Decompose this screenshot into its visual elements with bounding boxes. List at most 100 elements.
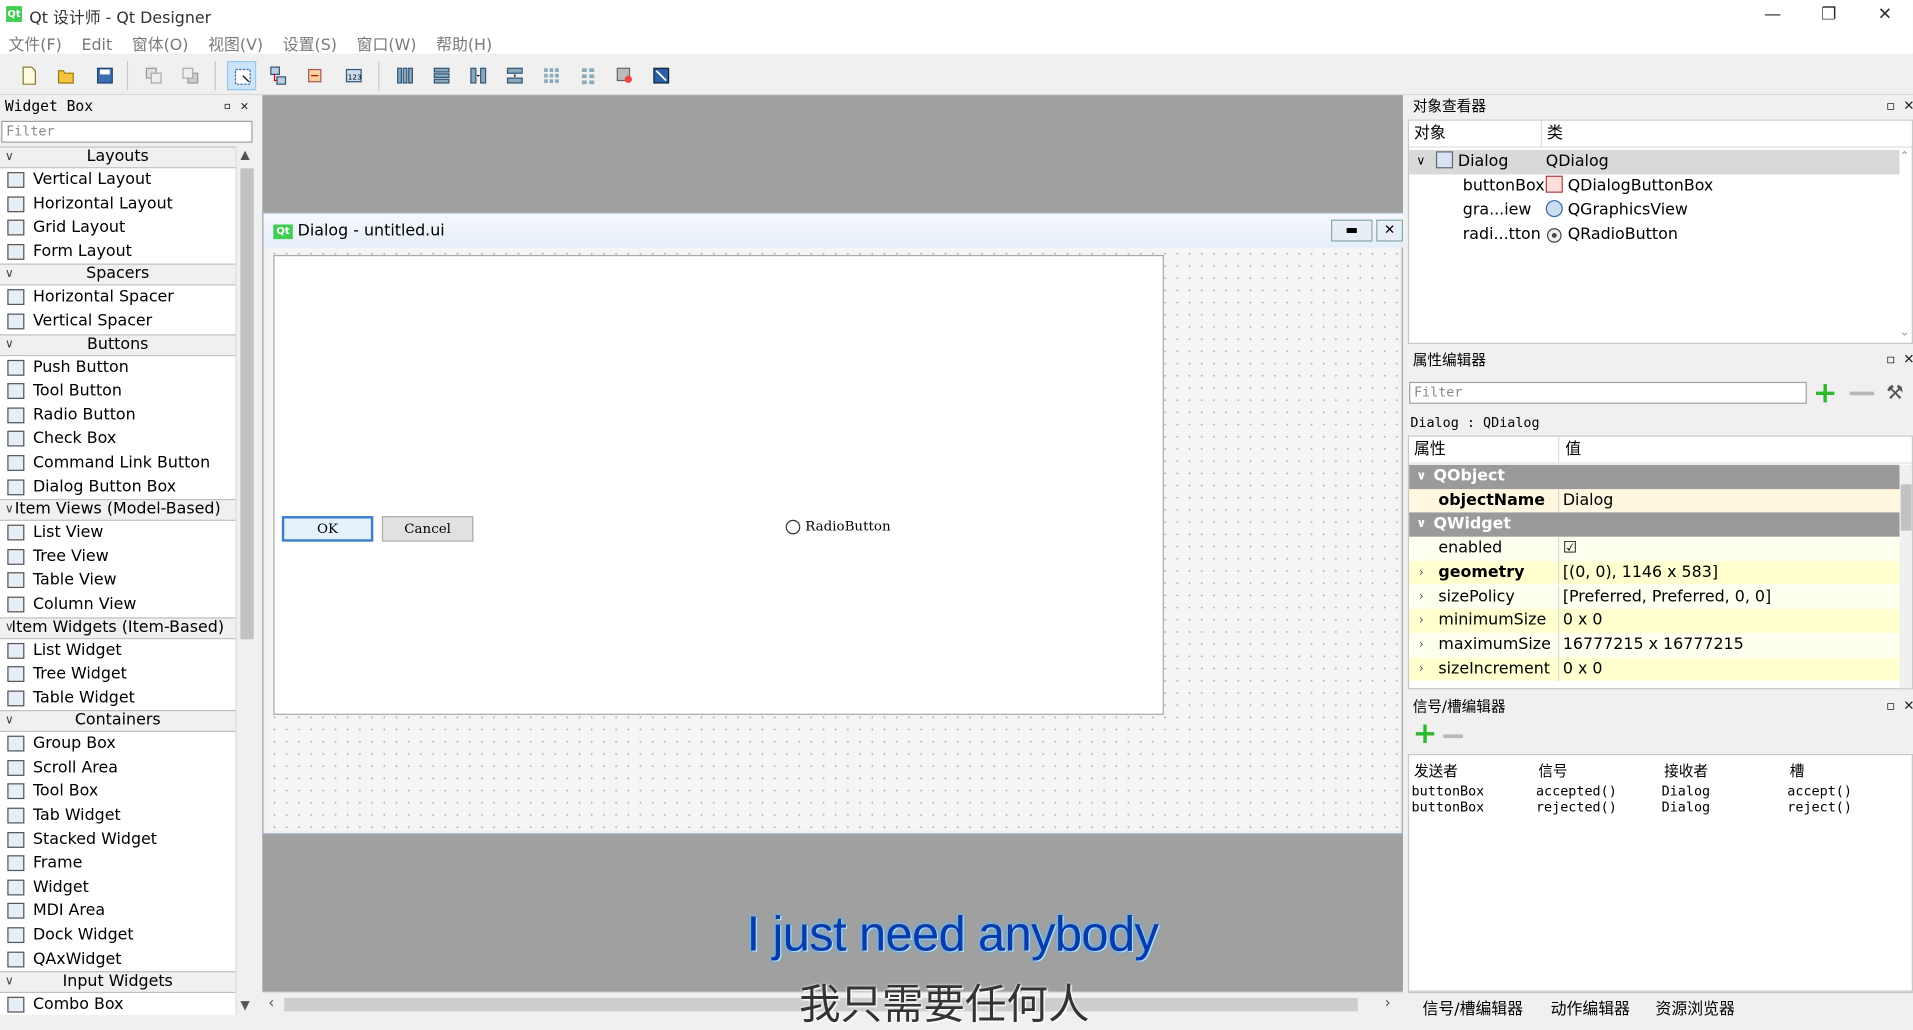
- widget-item[interactable]: Table Widget: [0, 686, 236, 711]
- widget-item[interactable]: Dialog Button Box: [0, 475, 236, 500]
- table-cell[interactable]: Dialog: [1662, 800, 1710, 815]
- new-file-button[interactable]: [15, 61, 44, 90]
- widget-category[interactable]: ∨ Spacers: [0, 263, 236, 286]
- scroll-right-icon[interactable]: ›: [1385, 994, 1391, 1011]
- scroll-left-icon[interactable]: ‹: [268, 994, 274, 1011]
- close-dock-icon[interactable]: ✕: [1903, 695, 1913, 717]
- chevron-right-icon[interactable]: ›: [1419, 609, 1424, 633]
- widget-item[interactable]: List View: [0, 521, 236, 545]
- widget-filter-input[interactable]: Filter: [1, 120, 253, 143]
- layout-horizontal-button[interactable]: [390, 61, 419, 90]
- layout-h-splitter-button[interactable]: [464, 61, 493, 90]
- col-slot[interactable]: 槽: [1790, 760, 1805, 781]
- widget-item[interactable]: Tree View: [0, 544, 236, 569]
- col-value[interactable]: 值: [1565, 437, 1581, 464]
- add-property-icon[interactable]: +: [1813, 378, 1840, 408]
- col-property[interactable]: 属性: [1414, 437, 1446, 464]
- edit-signals-button[interactable]: [264, 61, 293, 90]
- widget-item[interactable]: Vertical Spacer: [0, 309, 236, 334]
- close-button[interactable]: ✕: [1857, 0, 1913, 29]
- widget-item[interactable]: QAxWidget: [0, 947, 236, 972]
- widget-item[interactable]: Widget: [0, 875, 236, 900]
- menu-file[interactable]: 文件(F): [0, 29, 69, 55]
- table-cell[interactable]: reject(): [1787, 800, 1852, 815]
- widget-item[interactable]: Tree Widget: [0, 662, 236, 687]
- break-layout-button[interactable]: [610, 61, 639, 90]
- widget-category[interactable]: ∨ Input Widgets: [0, 971, 236, 994]
- chevron-right-icon[interactable]: ›: [1419, 657, 1424, 681]
- edit-widgets-button[interactable]: [226, 61, 257, 91]
- property-value[interactable]: Dialog: [1563, 489, 1614, 513]
- widget-item[interactable]: Horizontal Layout: [0, 192, 236, 217]
- table-cell[interactable]: rejected(): [1536, 800, 1617, 815]
- property-group-row[interactable]: ∨ QObject: [1409, 464, 1900, 489]
- layout-vertical-button[interactable]: [427, 61, 456, 90]
- property-row[interactable]: › minimumSize 0 x 0: [1409, 609, 1900, 634]
- chevron-down-icon[interactable]: ∨: [1416, 513, 1426, 537]
- col-signal[interactable]: 信号: [1538, 760, 1567, 781]
- menu-form[interactable]: 窗体(O): [125, 29, 196, 55]
- cancel-button[interactable]: Cancel: [381, 516, 474, 542]
- widget-list-scrollbar[interactable]: ▲ ▼: [235, 146, 257, 1016]
- dialog-minimize-button[interactable]: ▬: [1331, 219, 1373, 242]
- open-file-button[interactable]: [51, 61, 80, 90]
- widget-item[interactable]: Combo Box: [0, 993, 236, 1016]
- configure-wrench-icon[interactable]: ⚒: [1886, 381, 1903, 404]
- widget-item[interactable]: Tool Box: [0, 780, 236, 805]
- widget-item[interactable]: Command Link Button: [0, 451, 236, 476]
- close-dock-icon[interactable]: ✕: [240, 95, 248, 117]
- add-connection-icon[interactable]: +: [1413, 719, 1438, 748]
- widget-category[interactable]: ∨ Layouts: [0, 146, 236, 169]
- table-cell[interactable]: accepted(): [1536, 784, 1617, 799]
- col-object[interactable]: 对象: [1414, 121, 1446, 148]
- property-group-row[interactable]: ∨ QWidget: [1409, 512, 1900, 537]
- widget-category[interactable]: ∨ Containers: [0, 710, 236, 733]
- widget-item[interactable]: Table View: [0, 568, 236, 593]
- graphics-view[interactable]: [273, 254, 1164, 715]
- property-row[interactable]: › maximumSize 16777215 x 16777215: [1409, 633, 1900, 658]
- scroll-up-icon[interactable]: ▲: [240, 149, 249, 162]
- table-cell[interactable]: accept(): [1787, 784, 1852, 799]
- tab-resource-browser[interactable]: 资源浏览器: [1656, 996, 1735, 1018]
- lower-button[interactable]: [139, 61, 168, 90]
- table-cell[interactable]: buttonBox: [1412, 784, 1485, 799]
- scrollbar-thumb[interactable]: [240, 168, 254, 640]
- layout-v-splitter-button[interactable]: [500, 61, 529, 90]
- widget-item[interactable]: Tool Button: [0, 379, 236, 404]
- widget-item[interactable]: MDI Area: [0, 899, 236, 924]
- menu-settings[interactable]: 设置(S): [275, 29, 344, 55]
- layout-form-button[interactable]: [573, 61, 602, 90]
- tree-row-radiobutton[interactable]: radi...tton QRadioButton: [1409, 223, 1899, 247]
- widget-item[interactable]: Grid Layout: [0, 216, 236, 241]
- chevron-down-icon[interactable]: ∨: [1416, 150, 1425, 174]
- close-dock-icon[interactable]: ✕: [1903, 349, 1913, 371]
- float-dock-icon[interactable]: ▫: [223, 95, 231, 117]
- form-canvas[interactable]: OK Cancel RadioButton: [268, 247, 1400, 831]
- scroll-down-icon[interactable]: ⌄: [1900, 326, 1910, 339]
- col-sender[interactable]: 发送者: [1414, 760, 1458, 781]
- widget-item[interactable]: Stacked Widget: [0, 827, 236, 852]
- property-value[interactable]: [(0, 0), 1146 x 583]: [1563, 561, 1718, 585]
- property-value[interactable]: 0 x 0: [1563, 657, 1603, 681]
- dialog-close-button[interactable]: ✕: [1376, 219, 1403, 242]
- scroll-up-icon[interactable]: ⌃: [1900, 150, 1910, 163]
- property-filter-input[interactable]: Filter: [1409, 381, 1807, 404]
- widget-item[interactable]: Tab Widget: [0, 804, 236, 828]
- dialog-title-bar[interactable]: Qt Dialog - untitled.ui ▬ ✕: [263, 213, 1405, 248]
- scrollbar-thumb[interactable]: [1900, 484, 1912, 531]
- edit-buddies-button[interactable]: [300, 61, 329, 90]
- widget-item[interactable]: Check Box: [0, 427, 236, 452]
- adjust-size-button[interactable]: [647, 61, 676, 90]
- widget-item[interactable]: Column View: [0, 592, 236, 617]
- widget-item[interactable]: Push Button: [0, 355, 236, 380]
- layout-grid-button[interactable]: [537, 61, 566, 90]
- tree-row-graphicsview[interactable]: gra...iew QGraphicsView: [1409, 199, 1899, 223]
- menu-window[interactable]: 窗口(W): [349, 29, 423, 55]
- property-value[interactable]: ☑: [1563, 537, 1577, 561]
- widget-item[interactable]: Dock Widget: [0, 923, 236, 948]
- property-row[interactable]: enabled ☑: [1409, 536, 1900, 561]
- property-row[interactable]: objectName Dialog: [1409, 488, 1900, 513]
- property-value[interactable]: 16777215 x 16777215: [1563, 633, 1744, 657]
- chevron-down-icon[interactable]: ∨: [1416, 465, 1426, 489]
- tab-signal-slot-editor[interactable]: 信号/槽编辑器: [1423, 996, 1524, 1018]
